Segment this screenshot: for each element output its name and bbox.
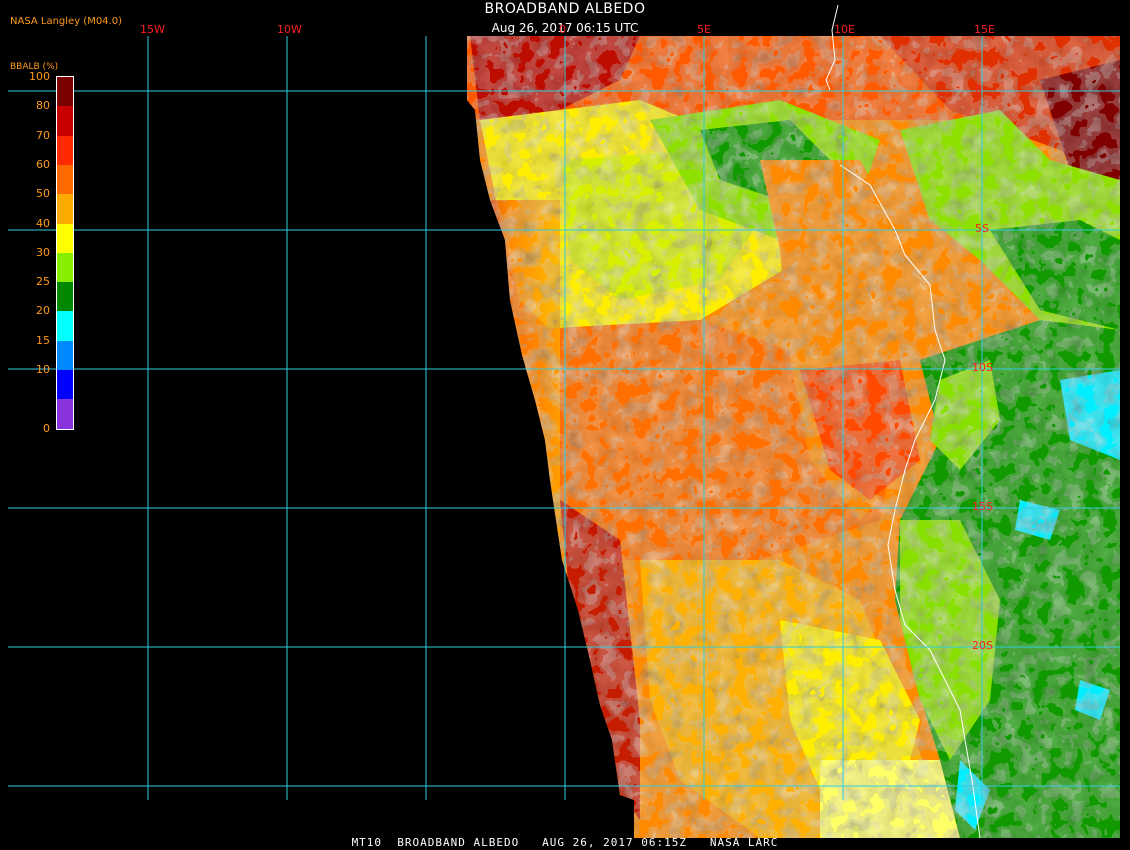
lon-label-10e: 10E: [834, 23, 855, 36]
albedo-map: [8, 4, 1120, 839]
colorbar-label: 80: [36, 99, 50, 113]
colorbar-border: [56, 76, 74, 430]
colorbar-label: 70: [36, 128, 50, 142]
lat-label-20s: 20S: [972, 639, 993, 652]
lon-label-15e: 15E: [974, 23, 995, 36]
lat-label-10s: 10S: [972, 361, 993, 374]
lon-label-15w: 15W: [140, 23, 165, 36]
albedo-imagery: [467, 36, 1120, 838]
map-title: BROADBAND ALBEDO: [484, 1, 646, 17]
colorbar-label: 40: [36, 216, 50, 230]
colorbar-label: 50: [36, 187, 50, 201]
colorbar-label: 25: [36, 275, 50, 289]
lat-label-15s: 15S: [972, 500, 993, 513]
colorbar-label: 60: [36, 157, 50, 171]
colorbar-label: 0: [43, 421, 50, 435]
lon-label-5e: 5E: [697, 23, 711, 36]
colorbar-label: 15: [36, 333, 50, 347]
colorbar-label: 100: [29, 70, 50, 83]
lat-label-5s: 5S: [975, 222, 989, 235]
colorbar-label: 20: [36, 304, 50, 318]
producer-credit: NASA Langley (M04.0): [10, 16, 122, 27]
footer-caption: MT10 BROADBAND ALBEDO AUG 26, 2017 06:15…: [351, 836, 779, 849]
lat-label-0: 0: [975, 83, 982, 96]
colorbar-label: 10: [36, 363, 50, 376]
lon-label-0: 0: [559, 23, 566, 36]
lon-label-10w: 10W: [277, 23, 302, 36]
colorbar-label: 30: [36, 245, 50, 259]
